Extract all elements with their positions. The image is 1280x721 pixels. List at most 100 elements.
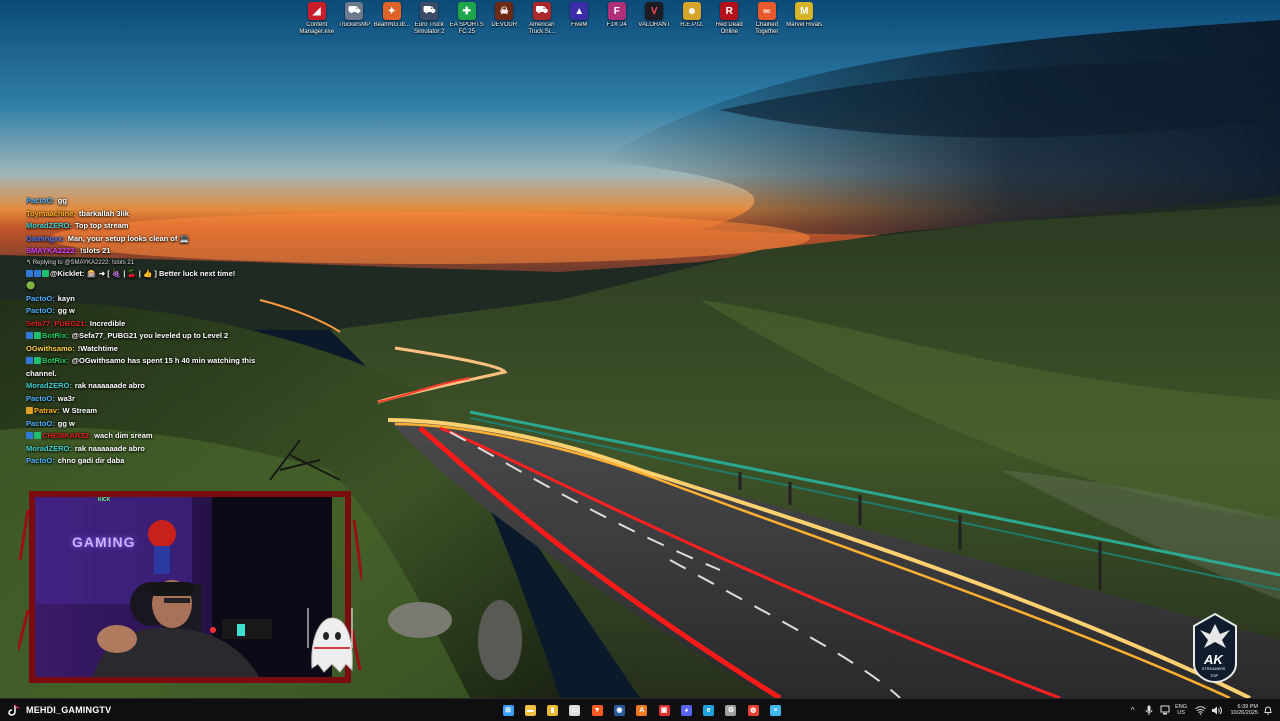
chat-username[interactable]: MoradZERO: — [26, 381, 72, 390]
screen-capture-icon: ▭ — [569, 704, 581, 716]
chat-text: ↰ Replying to @SMAYKA2222: !slots 21 — [26, 259, 135, 266]
desktop-icon-label: Marvel Rivals — [786, 22, 823, 28]
chat-username[interactable]: Patrav: — [34, 406, 59, 415]
desktop-icon-repo[interactable]: ☻ R.E.P.O. — [673, 2, 711, 42]
chat-badge-icon — [34, 332, 41, 339]
desktop-icon-american-truck[interactable]: ⛟ American Truck Si... — [523, 2, 561, 42]
chat-username[interactable]: PactoO: — [26, 196, 55, 205]
volume-icon[interactable] — [1210, 704, 1223, 717]
desktop-icon-label: Euro Truck Simulator 2 — [414, 22, 445, 35]
taskbar-notepad-button[interactable]: ≡ — [768, 702, 784, 718]
taskbar-discord-button[interactable]: ◕ — [678, 702, 694, 718]
chat-message: PactoO: chno gadi dir daba — [26, 455, 266, 468]
chat-message: BotRix: @Sefa77_PUBG21 you leveled up to … — [26, 330, 266, 343]
region-code: US — [1177, 710, 1185, 716]
chat-username[interactable]: MoradZERO: — [26, 221, 72, 230]
chat-text: rak naaaaaade abro — [74, 443, 145, 453]
desktop-icon-label: F1® 24 — [606, 22, 627, 28]
network-icon[interactable] — [1158, 704, 1171, 717]
chat-username[interactable]: MoradZERO: — [26, 444, 72, 453]
chat-message: Toymaachine: tbarkallah 3lik — [26, 208, 266, 221]
chat-username[interactable]: SMAYKA2222: — [26, 246, 77, 255]
notification-bell-icon[interactable] — [1261, 704, 1274, 717]
chat-text: wa3r — [57, 393, 75, 403]
desktop-icon-ea-fc[interactable]: ✚ EA SPORTS FC 25 — [448, 2, 486, 42]
chat-username[interactable]: PactoO: — [26, 394, 55, 403]
desktop-icon-fivem[interactable]: ▲ FiveM — [561, 2, 599, 42]
chat-text: wach dim sream — [94, 431, 153, 440]
desktop-icon-chained-together[interactable]: ∞ Chained Together — [748, 2, 786, 42]
chat-username[interactable]: PactoO: — [26, 419, 55, 428]
desktop-icon-f1[interactable]: F F1® 24 — [598, 2, 636, 42]
streamer-name: MEHDI_GAMINGTV — [26, 705, 112, 715]
chat-badge-icon — [26, 269, 33, 277]
chat-message: PactoO: gg w — [26, 418, 266, 431]
chrome-icon: ◍ — [747, 704, 759, 716]
taskbar-chrome-button[interactable]: ◍ — [745, 702, 761, 718]
streamer-name-overlay: MEHDI_GAMINGTV — [8, 703, 111, 717]
chat-username[interactable]: BotRix: — [42, 356, 69, 365]
taskbar-app-orange-button[interactable]: A — [634, 702, 650, 718]
desktop-icon-label: American Truck Si... — [528, 22, 556, 35]
f1-icon: F — [607, 2, 626, 20]
desktop-icon-euro-truck[interactable]: ⛟ Euro Truck Simulator 2 — [411, 2, 449, 42]
chat-badge-icon — [42, 269, 49, 277]
red-dead-icon: R — [720, 2, 739, 20]
chat-username[interactable]: CHEMKAR32: — [42, 431, 91, 440]
app-orange-icon: A — [636, 704, 648, 716]
chat-username[interactable]: OGwithsamo: — [26, 344, 75, 353]
desktop-icon-red-dead[interactable]: R Red Dead Online — [711, 2, 749, 42]
desktop-icon-content-manager[interactable]: ◢ Content Manager.exe — [298, 2, 336, 42]
taskbar-file-explorer-button[interactable]: ▬ — [522, 702, 538, 718]
american-truck-icon: ⛟ — [532, 2, 551, 20]
taskbar-windows-start-button[interactable]: ⊞ — [500, 702, 516, 718]
chat-text: !slots 21 — [80, 246, 111, 255]
chat-text: @Sefa77_PUBG21 you leveled up to Level 2 — [71, 331, 229, 340]
chat-message: Patrav: W Stream — [26, 405, 266, 418]
desktop-icon-devour[interactable]: ☠ DEVOUR — [486, 2, 524, 42]
language-indicator[interactable]: ENG US — [1175, 704, 1187, 717]
chat-badge-icon — [34, 432, 41, 439]
stream-chat-overlay: PactoO: gg Toymaachine: tbarkallah 3lik Mora… — [26, 195, 266, 468]
desktop-icon-valorant[interactable]: V VALORANT — [636, 2, 674, 42]
chat-text: Top top stream — [74, 221, 129, 230]
chat-reply-context: ↰ Replying to @SMAYKA2222: !slots 21 — [26, 258, 266, 268]
desktop-icon-label: BeamNG.dr... — [373, 22, 410, 28]
chat-username[interactable]: Toymaachine: — [26, 209, 76, 218]
chat-username[interactable]: Gamingxx: — [26, 234, 65, 243]
devour-icon: ☠ — [495, 2, 514, 20]
chat-username[interactable]: PactoO: — [26, 306, 55, 315]
desktop-icon-truckersmp[interactable]: ⛟ TruckersMP — [336, 2, 374, 42]
taskbar-roblox-button[interactable]: ▣ — [656, 702, 672, 718]
taskbar-edge-button[interactable]: e — [701, 702, 717, 718]
taskbar-screen-capture-button[interactable]: ▭ — [567, 702, 583, 718]
chat-badge-icon — [26, 332, 33, 339]
chat-text: !Watchtime — [77, 343, 118, 353]
chat-username[interactable]: BotRix: — [42, 331, 69, 340]
chat-username[interactable]: Sefa77_PUBG21: — [26, 319, 87, 328]
chat-username[interactable]: PactoO: — [26, 456, 55, 465]
webcam-neon-sign: GAMING — [72, 534, 136, 550]
desktop-icon-label: DEVOUR — [491, 22, 518, 28]
desktop-icon-label: Content Manager.exe — [299, 22, 335, 35]
chat-username[interactable]: PactoO: — [26, 294, 55, 303]
chat-username[interactable]: @Kicklet: — [50, 269, 84, 278]
logo-text: AK — [1204, 652, 1223, 667]
taskbar-brave-browser-button[interactable]: ▼ — [589, 702, 605, 718]
chat-badge-icon — [26, 432, 33, 439]
chained-together-icon: ∞ — [757, 2, 776, 20]
taskbar-clock[interactable]: 6:39 PM 10/26/2025 — [1228, 704, 1258, 717]
desktop-icon-label: TruckersMP — [338, 22, 371, 28]
tray-overflow-chevron-icon[interactable]: ^ — [1126, 704, 1139, 717]
wifi-icon[interactable] — [1194, 704, 1207, 717]
chat-message: PactoO: wa3r — [26, 393, 266, 406]
desktop-icon-beamng[interactable]: ✦ BeamNG.dr... — [373, 2, 411, 42]
chat-message: PactoO: gg w — [26, 305, 266, 318]
taskbar-steam-button[interactable]: ◉ — [611, 702, 627, 718]
taskbar-settings-button[interactable]: ⚙ — [723, 702, 739, 718]
chat-message: BotRix: @OGwithsamo has spent 15 h 40 min… — [26, 355, 266, 380]
microphone-icon[interactable] — [1142, 704, 1155, 717]
chat-text: 🎰 ➜ [ 🍇 | 🍒 | 👍 ] Better luck next time! — [87, 268, 236, 278]
taskbar-folder-button[interactable]: ▮ — [545, 702, 561, 718]
desktop-icon-marvel-rivals[interactable]: M Marvel Rivals — [786, 2, 824, 42]
